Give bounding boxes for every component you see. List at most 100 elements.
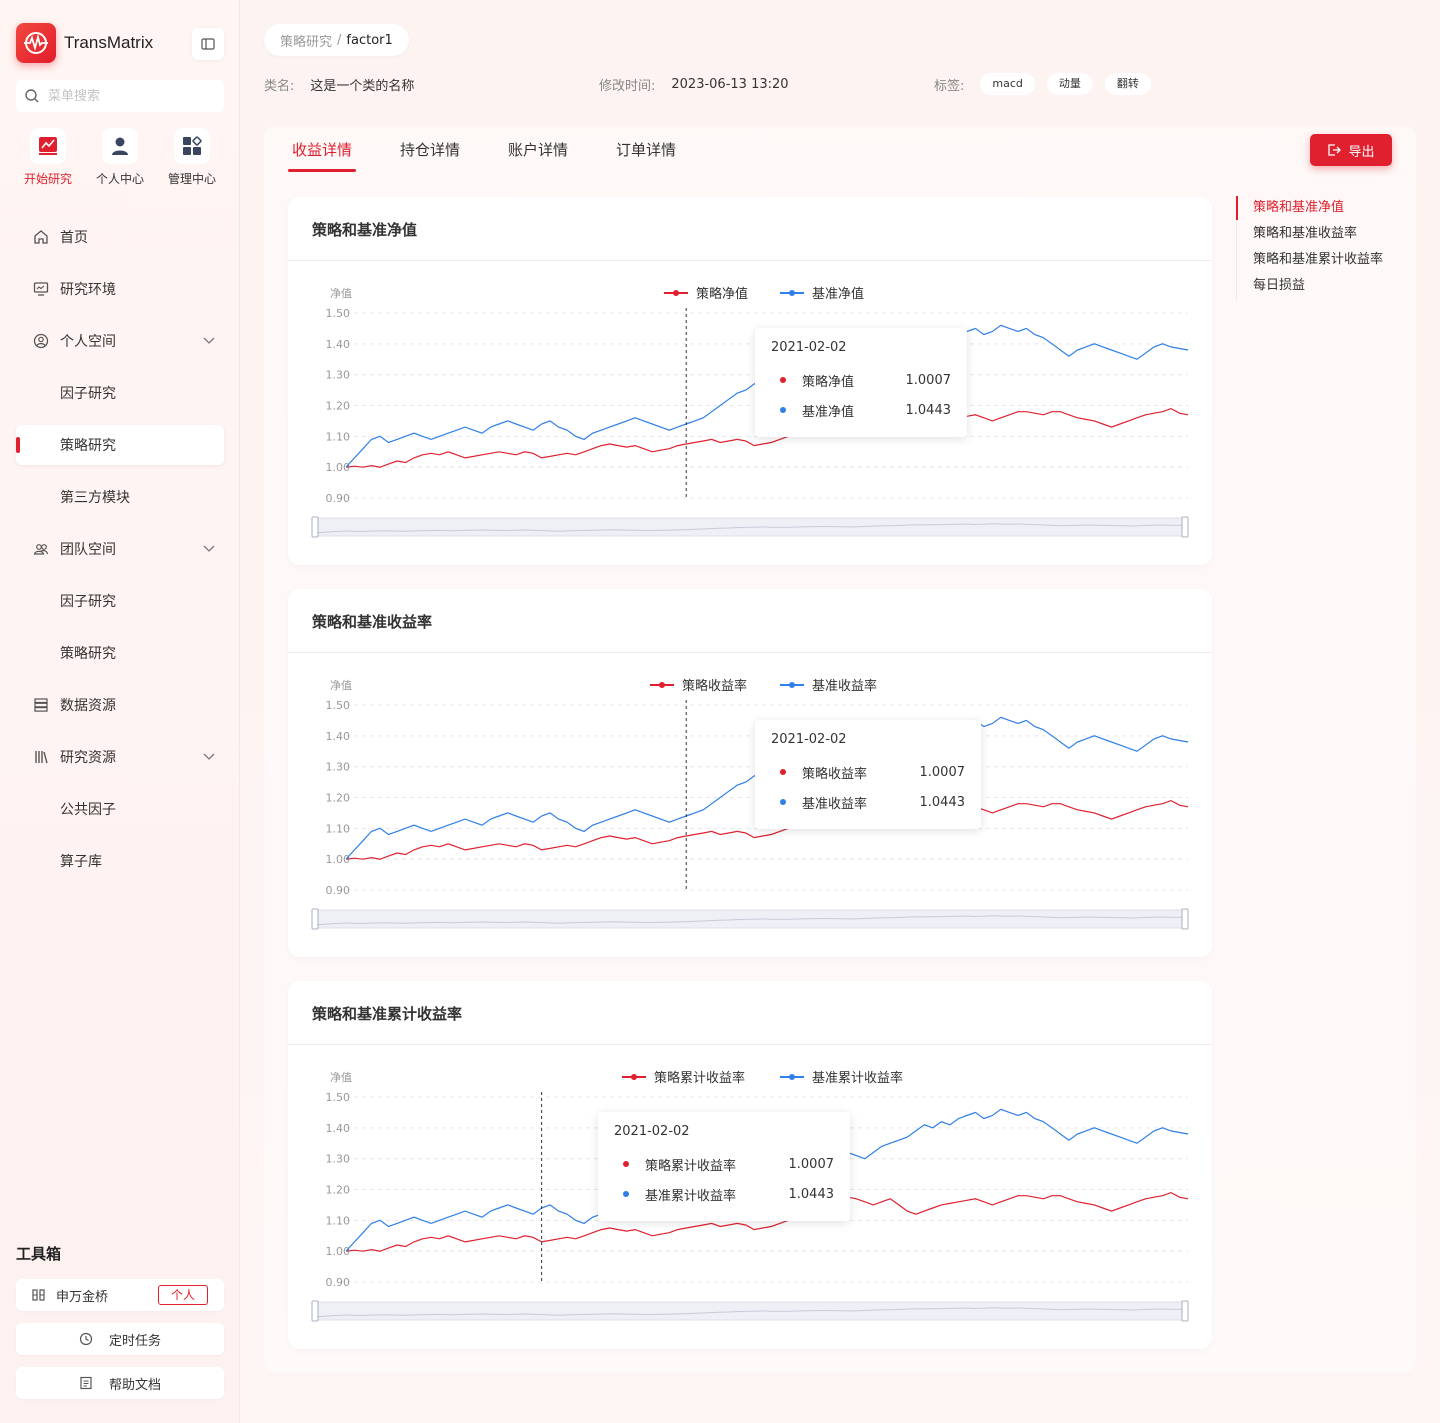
breadcrumb-parent[interactable]: 策略研究 (280, 31, 332, 50)
legend-dot (780, 799, 786, 805)
chart-icon (30, 128, 66, 164)
menu-item-team-strategy-research[interactable]: 策略研究 (16, 633, 224, 673)
tool-swjq-button[interactable]: 申万金桥 个人 (16, 1279, 224, 1311)
menu-item-public-factors[interactable]: 公共因子 (16, 789, 224, 829)
monitor-icon (32, 280, 50, 298)
y-tick-label: 1.50 (326, 699, 351, 712)
sidebar-collapse-button[interactable] (192, 28, 224, 60)
menu-group-personal-space[interactable]: 个人空间 (16, 321, 224, 361)
quick-admin-center[interactable]: 管理中心 (160, 128, 224, 187)
anchor-link[interactable]: 每日损益 (1237, 274, 1383, 300)
card-title: 策略和基准累计收益率 (312, 1005, 463, 1023)
tooltip-value: 1.0443 (919, 794, 966, 810)
menu-label: 团队空间 (60, 542, 116, 558)
user-circle-icon (32, 332, 50, 350)
legend-marker (673, 290, 679, 296)
doc-icon (80, 1376, 92, 1390)
export-button[interactable]: 导出 (1310, 134, 1392, 166)
tooltip-series: 基准收益率 (802, 796, 868, 812)
legend-dot (780, 769, 786, 775)
tooltip-date: 2021-02-02 (771, 340, 847, 355)
search-icon (25, 89, 39, 103)
chart-card-nav: 策略和基准净值 策略净值 基准净值 净值 1.50 1.40 1.30 1.20 1.10 1.… (288, 197, 1212, 565)
personal-badge: 个人 (157, 1285, 208, 1305)
tags-label: 标签: (934, 78, 965, 94)
legend-label: 基准收益率 (812, 678, 877, 694)
chart-card-returns: 策略和基准收益率 策略收益率 基准收益率 净值 1.50 1.40 1.30 1.20 1.1… (288, 589, 1212, 957)
tab-positions[interactable]: 持仓详情 (396, 138, 464, 172)
menu-item-strategy-research[interactable]: 策略研究 (16, 425, 224, 465)
y-tick-label: 1.40 (326, 1122, 351, 1135)
modified-value: 2023-06-13 13:20 (671, 77, 789, 92)
zoom-handle-right (1181, 1300, 1189, 1322)
bridge-icon (32, 1289, 45, 1301)
tool-label: 申万金桥 (56, 1289, 109, 1305)
menu-item-home[interactable]: 首页 (16, 217, 224, 257)
class-value: 这是一个类的名称 (310, 79, 415, 94)
legend-marker (631, 1074, 637, 1080)
quick-personal-center[interactable]: 个人中心 (88, 128, 152, 187)
chart-tooltip: 2021-02-02 策略净值 1.0007 基准净值 1.0443 (755, 328, 967, 437)
user-icon (102, 128, 138, 164)
menu-label: 第三方模块 (60, 490, 130, 506)
menu-group-team-space[interactable]: 团队空间 (16, 529, 224, 569)
menu-group-research-resources[interactable]: 研究资源 (16, 737, 224, 777)
meta-class: 类名: 这是一个类的名称 (264, 75, 414, 94)
anchor-link[interactable]: 策略和基准累计收益率 (1237, 248, 1383, 274)
tab-returns[interactable]: 收益详情 (288, 138, 357, 172)
zoom-handle-left (311, 516, 319, 538)
card-title: 策略和基准收益率 (312, 613, 433, 631)
export-label: 导出 (1348, 144, 1375, 160)
database-icon (32, 696, 50, 714)
menu-label: 策略研究 (60, 646, 116, 662)
tag: 翻转 (1104, 73, 1151, 95)
y-tick-label: 1.20 (326, 400, 351, 413)
legend-dot (623, 1191, 629, 1197)
sidebar: TransMatrix 开始研究 个人中心 (0, 0, 240, 1423)
tab-account[interactable]: 账户详情 (504, 138, 572, 172)
chevron-down-icon (203, 337, 215, 344)
returns-chart: 策略收益率 基准收益率净值1.501.401.301.201.101.000.90 (311, 678, 1189, 930)
anchor-link[interactable]: 策略和基准净值 (1235, 196, 1383, 222)
search-input[interactable] (48, 88, 208, 104)
y-tick-label: 1.20 (326, 1184, 351, 1197)
tool-scheduled-tasks-button[interactable]: 定时任务 (16, 1323, 224, 1355)
y-axis-label: 净值 (330, 286, 352, 300)
tool-help-docs-button[interactable]: 帮助文档 (16, 1367, 224, 1399)
tooltip-series: 策略净值 (802, 374, 855, 390)
y-tick-label: 1.20 (326, 792, 351, 805)
y-tick-label: 1.30 (326, 1153, 351, 1166)
y-tick-label: 1.50 (326, 307, 351, 320)
y-tick-label: 1.30 (326, 761, 351, 774)
legend-label: 策略累计收益率 (654, 1070, 745, 1086)
menu-item-factor-research[interactable]: 因子研究 (16, 373, 224, 413)
tooltip-date: 2021-02-02 (614, 1124, 690, 1139)
legend-marker (659, 682, 665, 688)
menu-item-research-env[interactable]: 研究环境 (16, 269, 224, 309)
y-tick-label: 1.40 (326, 730, 351, 743)
apps-icon (174, 128, 210, 164)
menu-label: 因子研究 (60, 386, 116, 402)
tab-orders[interactable]: 订单详情 (612, 138, 680, 172)
menu-item-third-party[interactable]: 第三方模块 (16, 477, 224, 517)
menu-search[interactable] (16, 80, 224, 112)
zoom-handle-left (311, 908, 319, 930)
logo-icon (16, 23, 56, 63)
menu-label: 个人空间 (60, 334, 116, 350)
legend-label: 策略净值 (696, 286, 748, 302)
anchor-link[interactable]: 策略和基准收益率 (1237, 222, 1383, 248)
toolbox-title: 工具箱 (16, 1245, 62, 1263)
menu-item-data-resources[interactable]: 数据资源 (16, 685, 224, 725)
menu-label: 研究资源 (60, 750, 116, 766)
quick-label: 个人中心 (95, 172, 144, 186)
menu-item-team-factor-research[interactable]: 因子研究 (16, 581, 224, 621)
zoom-handle-right (1181, 516, 1189, 538)
y-tick-label: 1.10 (326, 822, 351, 835)
menu-label: 公共因子 (60, 802, 116, 818)
home-icon (32, 228, 50, 246)
menu-item-operator-library[interactable]: 算子库 (16, 841, 224, 881)
quick-start-research[interactable]: 开始研究 (16, 128, 80, 187)
y-axis-label: 净值 (330, 1070, 352, 1084)
anchor-nav: 策略和基准净值 策略和基准收益率 策略和基准累计收益率 每日损益 (1235, 196, 1383, 300)
legend-label: 策略收益率 (682, 678, 747, 694)
